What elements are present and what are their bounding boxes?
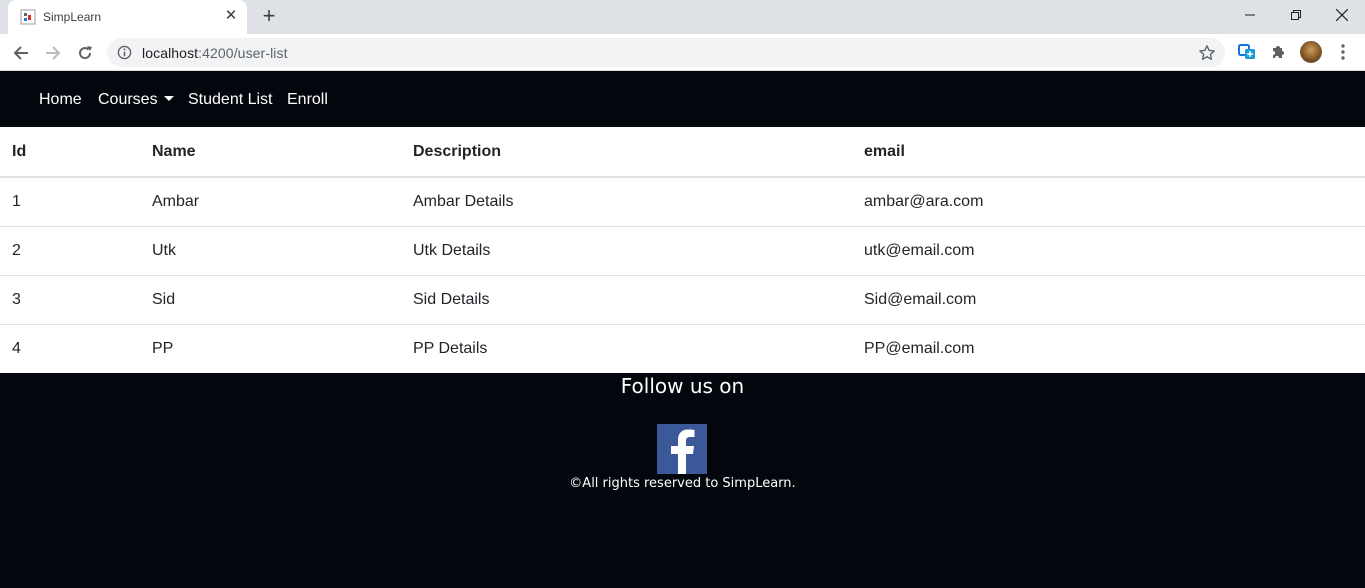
extensions-button[interactable] — [1268, 42, 1288, 62]
cell-id: 2 — [0, 225, 140, 275]
page-favicon-icon — [20, 9, 36, 25]
url-path: :4200/user-list — [198, 45, 288, 61]
reload-icon — [79, 46, 92, 60]
forward-button[interactable] — [39, 39, 67, 67]
facebook-logo-icon — [657, 424, 707, 474]
cell-email: utk@email.com — [852, 225, 1365, 275]
info-icon[interactable] — [117, 45, 132, 60]
extension-icon[interactable] — [1237, 42, 1257, 62]
column-header-description: Description — [401, 127, 852, 178]
cell-id: 1 — [12, 192, 21, 210]
browser-tab[interactable]: SimpLearn ✕ — [8, 0, 247, 34]
column-header-id: Id — [0, 127, 140, 178]
table-header-row: Id Name Description email — [0, 127, 1365, 178]
url-text[interactable]: localhost:4200/user-list — [142, 45, 288, 61]
column-header-email: email — [852, 127, 1365, 178]
cell-description: Ambar Details — [413, 192, 514, 210]
restore-icon — [1291, 10, 1301, 20]
arrow-right-icon — [46, 46, 61, 60]
close-window-button[interactable] — [1319, 0, 1365, 30]
column-header-name: Name — [140, 127, 401, 178]
table-row: 4 PP PP Details PP@email.com — [0, 323, 1365, 373]
cell-description: Sid Details — [401, 274, 852, 324]
minimize-icon — [1245, 14, 1255, 16]
url-host: localhost — [142, 45, 199, 61]
user-table: Id Name Description email 1 Ambar Ambar … — [0, 127, 1365, 373]
close-icon — [1336, 9, 1348, 21]
tab-title: SimpLearn — [43, 10, 102, 24]
puzzle-icon — [1273, 46, 1284, 58]
nav-enroll-link[interactable]: Enroll — [287, 90, 328, 110]
arrow-left-icon — [13, 46, 28, 60]
cell-name: Ambar — [152, 192, 200, 210]
bookmark-star-icon[interactable] — [1198, 44, 1216, 62]
facebook-icon[interactable] — [657, 424, 707, 474]
minimize-window-button[interactable] — [1227, 0, 1273, 30]
cell-name: PP — [140, 323, 401, 373]
more-vertical-icon — [1341, 44, 1345, 60]
table-row: 3 Sid Sid Details Sid@email.com — [0, 274, 1365, 324]
translate-extension-icon — [1238, 44, 1255, 59]
nav-courses-dropdown[interactable]: Courses — [98, 90, 174, 110]
main-navbar: Home Courses Student List Enroll — [0, 72, 1365, 127]
cell-email: Sid@email.com — [852, 274, 1365, 324]
new-tab-button[interactable]: + — [257, 5, 281, 29]
profile-avatar[interactable] — [1300, 41, 1322, 63]
user-table-container: Id Name Description email 1 Ambar Ambar … — [0, 127, 1365, 373]
cell-description: PP Details — [401, 323, 852, 373]
address-bar[interactable]: localhost:4200/user-list — [107, 38, 1225, 67]
back-button[interactable] — [7, 39, 35, 67]
nav-courses-label: Courses — [98, 91, 158, 108]
cell-name: Sid — [140, 274, 401, 324]
nav-student-list-link[interactable]: Student List — [188, 90, 273, 110]
browser-menu-button[interactable] — [1333, 42, 1353, 62]
nav-home-link[interactable]: Home — [39, 90, 82, 110]
table-row: 2 Utk Utk Details utk@email.com — [0, 225, 1365, 275]
caret-down-icon — [163, 95, 174, 101]
copyright-text: ©All rights reserved to SimpLearn. — [569, 476, 796, 491]
cell-description: Utk Details — [401, 225, 852, 275]
browser-tab-strip: SimpLearn ✕ + — [0, 0, 1365, 34]
cell-id: 4 — [0, 323, 140, 373]
tab-close-icon[interactable]: ✕ — [222, 7, 240, 25]
cell-email: PP@email.com — [852, 323, 1365, 373]
table-row: 1 Ambar Ambar Details ambar@ara.com — [0, 177, 1365, 226]
cell-email: ambar@ara.com — [864, 192, 984, 210]
cell-name: Utk — [140, 225, 401, 275]
page-footer: Follow us on ©All rights reserved to Sim… — [0, 373, 1365, 588]
reload-button[interactable] — [71, 39, 99, 67]
follow-us-heading: Follow us on — [620, 374, 745, 398]
cell-id: 3 — [0, 274, 140, 324]
browser-toolbar: localhost:4200/user-list — [0, 34, 1365, 71]
restore-window-button[interactable] — [1273, 0, 1319, 30]
